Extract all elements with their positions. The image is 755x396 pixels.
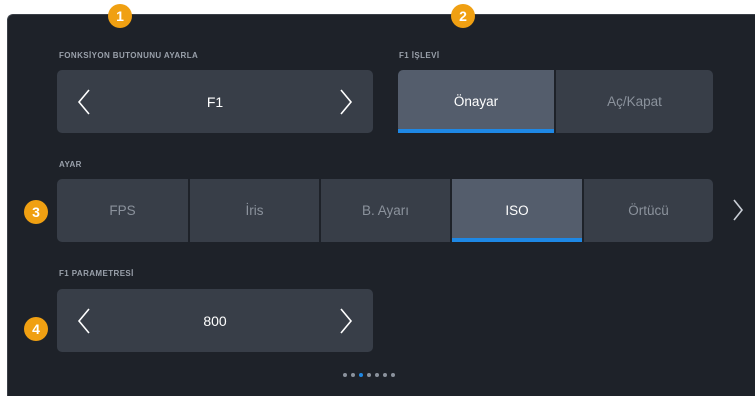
function-button-value: F1 <box>206 93 224 110</box>
setting-option-label: ISO <box>505 203 529 218</box>
f1-parameter-stepper[interactable]: 800 <box>57 289 373 352</box>
f1-function-label: F1 İŞLEVİ <box>399 51 440 60</box>
page-dot[interactable] <box>351 373 355 377</box>
page-dot[interactable] <box>375 373 379 377</box>
page-dot[interactable] <box>367 373 371 377</box>
f1-function-option-label: Aç/Kapat <box>607 94 662 109</box>
f1-function-option-toggle[interactable]: Aç/Kapat <box>556 70 713 133</box>
callout-1: 1 <box>108 4 132 28</box>
setting-option-label: Örtücü <box>628 203 669 218</box>
callout-4: 4 <box>24 317 48 341</box>
setting-option-label: FPS <box>109 203 136 218</box>
function-button-stepper[interactable]: F1 <box>57 70 373 133</box>
setting-label: AYAR <box>59 160 82 169</box>
function-button-label: FONKSİYON BUTONUNU AYARLA <box>59 51 199 60</box>
callout-3: 3 <box>24 200 48 224</box>
setting-option-label: B. Ayarı <box>361 203 410 218</box>
setting-option-label: İris <box>245 203 264 218</box>
page-dot[interactable] <box>391 373 395 377</box>
chevron-right-icon[interactable] <box>339 88 353 116</box>
scroll-right-chevron-icon[interactable] <box>731 196 745 224</box>
f1-parameter-value: 800 <box>203 312 227 329</box>
setting-option-shutter[interactable]: Örtücü <box>584 179 713 242</box>
setting-option-iso[interactable]: ISO <box>452 179 582 242</box>
page-dot-current[interactable] <box>359 373 363 377</box>
setting-option-iris[interactable]: İris <box>190 179 319 242</box>
setting-option-fps[interactable]: FPS <box>57 179 188 242</box>
chevron-right-icon[interactable] <box>339 307 353 335</box>
page-dot[interactable] <box>383 373 387 377</box>
pagination-dots[interactable] <box>343 373 395 377</box>
callout-2: 2 <box>451 4 475 28</box>
f1-function-option-preset[interactable]: Önayar <box>398 70 554 133</box>
f1-function-option-label: Önayar <box>453 94 499 109</box>
f1-parameter-label: F1 PARAMETRESİ <box>59 269 134 278</box>
selected-indicator <box>452 238 582 242</box>
setting-option-white-balance[interactable]: B. Ayarı <box>321 179 450 242</box>
page-dot[interactable] <box>343 373 347 377</box>
selected-indicator <box>398 129 554 133</box>
